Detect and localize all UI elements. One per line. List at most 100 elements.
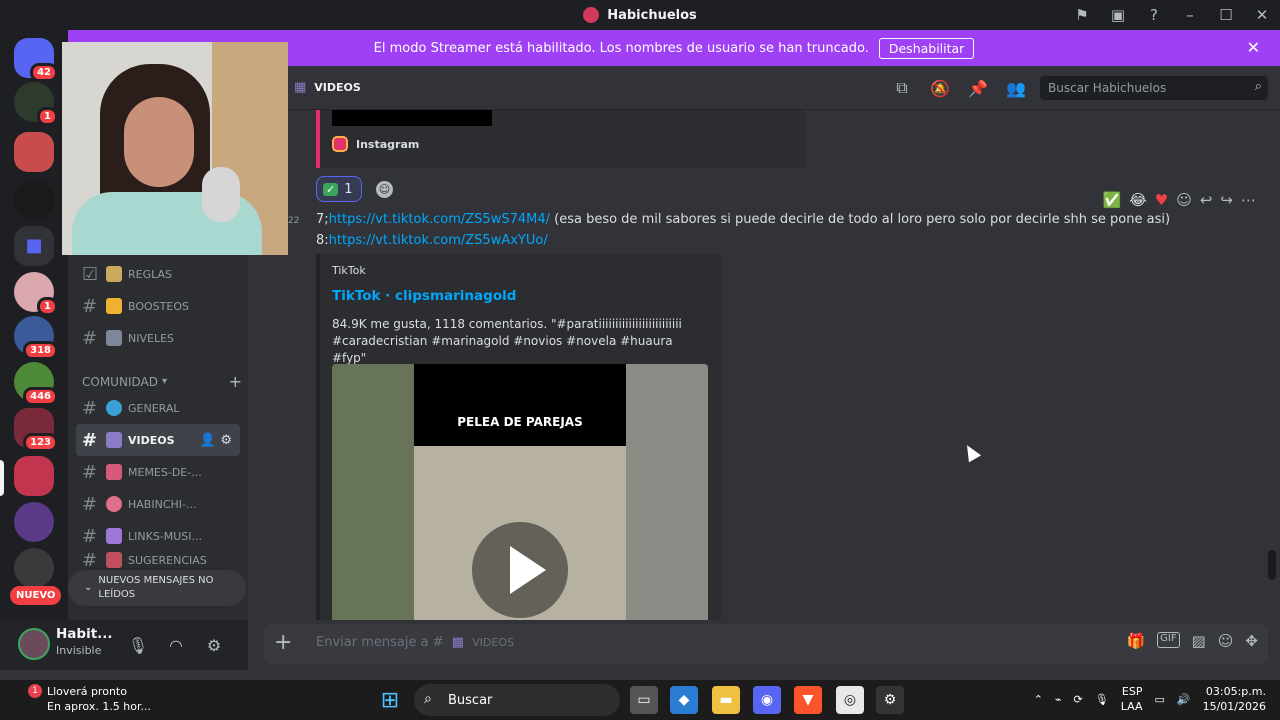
server-icon[interactable]: 1: [14, 272, 58, 316]
server-icon[interactable]: [14, 132, 54, 172]
server-icon[interactable]: 446: [14, 362, 58, 406]
maximize-button[interactable]: ☐: [1208, 0, 1244, 30]
sync-icon[interactable]: ⟳: [1074, 693, 1083, 706]
message-composer[interactable]: + Enviar mensaje a # ▦ VIDEOS 🎁 GIF ▨ ☺ …: [264, 624, 1268, 664]
disable-streamer-button[interactable]: Deshabilitar: [878, 37, 975, 59]
microphone-icon[interactable]: 🎙: [1095, 693, 1109, 706]
category-comunidad[interactable]: COMUNIDAD ▾ +: [82, 372, 242, 391]
server-icon-habichuelos[interactable]: [14, 456, 54, 496]
more-icon[interactable]: ⋯: [1241, 191, 1256, 209]
embed-source[interactable]: Instagram: [356, 138, 419, 151]
reaction-check[interactable]: ✓ 1: [316, 176, 362, 202]
add-channel-icon[interactable]: +: [229, 372, 242, 391]
weather-widget[interactable]: 1 Lloverá pronto En aprox. 1.5 hor...: [18, 684, 151, 714]
task-view-icon[interactable]: ▭: [630, 686, 658, 714]
close-window-button[interactable]: ✕: [1244, 0, 1280, 30]
channel-sugerencias[interactable]: # SUGERENCIAS: [76, 552, 240, 568]
check-mark-icon[interactable]: ✅: [1103, 191, 1122, 209]
channel-reglas[interactable]: ☑ REGLAS: [76, 258, 240, 290]
play-button[interactable]: [472, 522, 568, 618]
channel-boosteos[interactable]: # BOOSTEOS: [76, 290, 240, 322]
message-toolbar: ✅ 😂 ♥ ☺ ↩ ↪ ⋯: [1103, 188, 1256, 212]
add-reaction-icon[interactable]: ☺: [1176, 191, 1192, 209]
members-icon[interactable]: 👥: [1002, 74, 1030, 102]
minimize-button[interactable]: –: [1172, 0, 1208, 30]
avatar[interactable]: [18, 628, 50, 660]
network-icon[interactable]: ⌁: [1055, 693, 1062, 706]
gif-icon[interactable]: GIF: [1157, 632, 1180, 648]
tiktok-link-8[interactable]: https://vt.tiktok.com/ZS5wAxYUo/: [329, 233, 548, 248]
embed-title[interactable]: TikTok · clipsmarinagold: [332, 288, 516, 304]
chevron-up-icon[interactable]: ⌃: [1034, 693, 1043, 706]
user-panel: Habit... Invisible 🎙 ◠ ⚙: [0, 620, 248, 670]
folder-icon[interactable]: ■: [14, 226, 54, 266]
channel-label: REGLAS: [128, 267, 173, 281]
palette-icon: [106, 496, 122, 512]
gear-icon[interactable]: ⚙: [202, 633, 226, 657]
microphone-icon[interactable]: 🎙: [126, 633, 150, 657]
server-icon[interactable]: [14, 502, 54, 542]
taskbar-search[interactable]: ⌕ Buscar: [414, 684, 620, 716]
channel-links-musica[interactable]: # LINKS-MUSI...: [76, 520, 240, 552]
channel-memes[interactable]: # MEMES-DE-...: [76, 456, 240, 488]
channel-settings-icons[interactable]: 👤 ⚙: [200, 433, 232, 448]
gift-icon[interactable]: 🎁: [1126, 632, 1145, 650]
file-explorer-icon[interactable]: ▬: [712, 686, 740, 714]
channel-emoji-icon: [106, 464, 122, 480]
help-icon[interactable]: ?: [1136, 0, 1172, 30]
tiktok-embed: TikTok TikTok · clipsmarinagold 84.9K me…: [316, 254, 722, 620]
tiktok-link-7[interactable]: https://vt.tiktok.com/ZS5wS74M4/: [329, 212, 550, 227]
heart-icon[interactable]: ♥: [1155, 191, 1168, 209]
windows-start-icon[interactable]: ⊞: [376, 686, 404, 714]
channel-general[interactable]: # GENERAL: [76, 392, 240, 424]
headphones-icon[interactable]: ◠: [164, 633, 188, 657]
discord-taskbar-icon[interactable]: ◉: [753, 686, 781, 714]
clapper-icon: [106, 432, 122, 448]
emoji-icon[interactable]: ☺: [1218, 632, 1234, 650]
language-indicator[interactable]: ESP LAA: [1121, 684, 1143, 714]
channel-niveles[interactable]: # NIVELES: [76, 322, 240, 354]
badge: 1: [37, 297, 58, 316]
volume-icon[interactable]: 🔊: [1177, 693, 1191, 706]
chevron-down-icon: ▾: [161, 376, 167, 387]
apps-icon[interactable]: ✥: [1245, 632, 1258, 650]
forward-icon[interactable]: ↪: [1220, 191, 1233, 209]
brave-icon[interactable]: ▼: [794, 686, 822, 714]
message-list: Instagram ✓ 1 ☺ ✅ 😂 ♥ ☺ ↩ ↪ ⋯ 22 7;https…: [248, 110, 1280, 620]
close-icon[interactable]: ✕: [1247, 38, 1260, 57]
server-icon[interactable]: 1: [14, 82, 58, 126]
new-badge[interactable]: NUEVO: [10, 586, 62, 605]
settings-app-icon[interactable]: ⚙: [876, 686, 904, 714]
laughing-emoji-icon[interactable]: 😂: [1129, 191, 1147, 209]
server-icon[interactable]: 123: [14, 408, 58, 452]
message-line-7: 7;https://vt.tiktok.com/ZS5wS74M4/ (esa …: [316, 212, 1170, 227]
sticker-icon[interactable]: ▨: [1192, 632, 1206, 650]
monitor-icon[interactable]: ▭: [1154, 693, 1164, 706]
pin-icon[interactable]: 📌: [964, 74, 992, 102]
server-icon[interactable]: [14, 548, 54, 588]
channel-habinchi[interactable]: # HABINCHI-...: [76, 488, 240, 520]
threads-icon[interactable]: ⧉: [888, 74, 916, 102]
m365-icon[interactable]: ◆: [670, 686, 698, 714]
badge: 42: [30, 63, 58, 82]
reply-icon[interactable]: ↩: [1200, 191, 1213, 209]
clock[interactable]: 03:05:p.m. 15/01/2026: [1203, 684, 1266, 714]
unread-messages-pill[interactable]: ⌄ NUEVOS MENSAJES NO LEÍDOS: [68, 570, 246, 606]
video-player[interactable]: PELEA DE PAREJAS: [332, 364, 708, 620]
title-bar: Habichuelos ⚑ ▣ ? – ☐ ✕: [0, 0, 1280, 30]
obs-icon[interactable]: ◎: [836, 686, 864, 714]
server-icon[interactable]: 318: [14, 316, 58, 360]
server-icon[interactable]: [14, 180, 54, 220]
flag-icon[interactable]: ⚑: [1064, 0, 1100, 30]
direct-messages-icon[interactable]: 42: [14, 38, 58, 82]
channel-videos[interactable]: # VIDEOS 👤 ⚙: [76, 424, 240, 456]
username[interactable]: Habit...: [56, 626, 113, 642]
inbox-icon[interactable]: ▣: [1100, 0, 1136, 30]
notifications-muted-icon[interactable]: 🔕: [926, 74, 954, 102]
scrollbar[interactable]: [1268, 550, 1276, 580]
unread-label: NUEVOS MENSAJES NO LEÍDOS: [98, 575, 214, 600]
attach-icon[interactable]: +: [274, 630, 292, 655]
add-reaction-icon[interactable]: ☺: [376, 181, 393, 198]
search-input[interactable]: Buscar Habichuelos ⌕: [1040, 76, 1268, 100]
video-blur-right: [626, 364, 708, 620]
